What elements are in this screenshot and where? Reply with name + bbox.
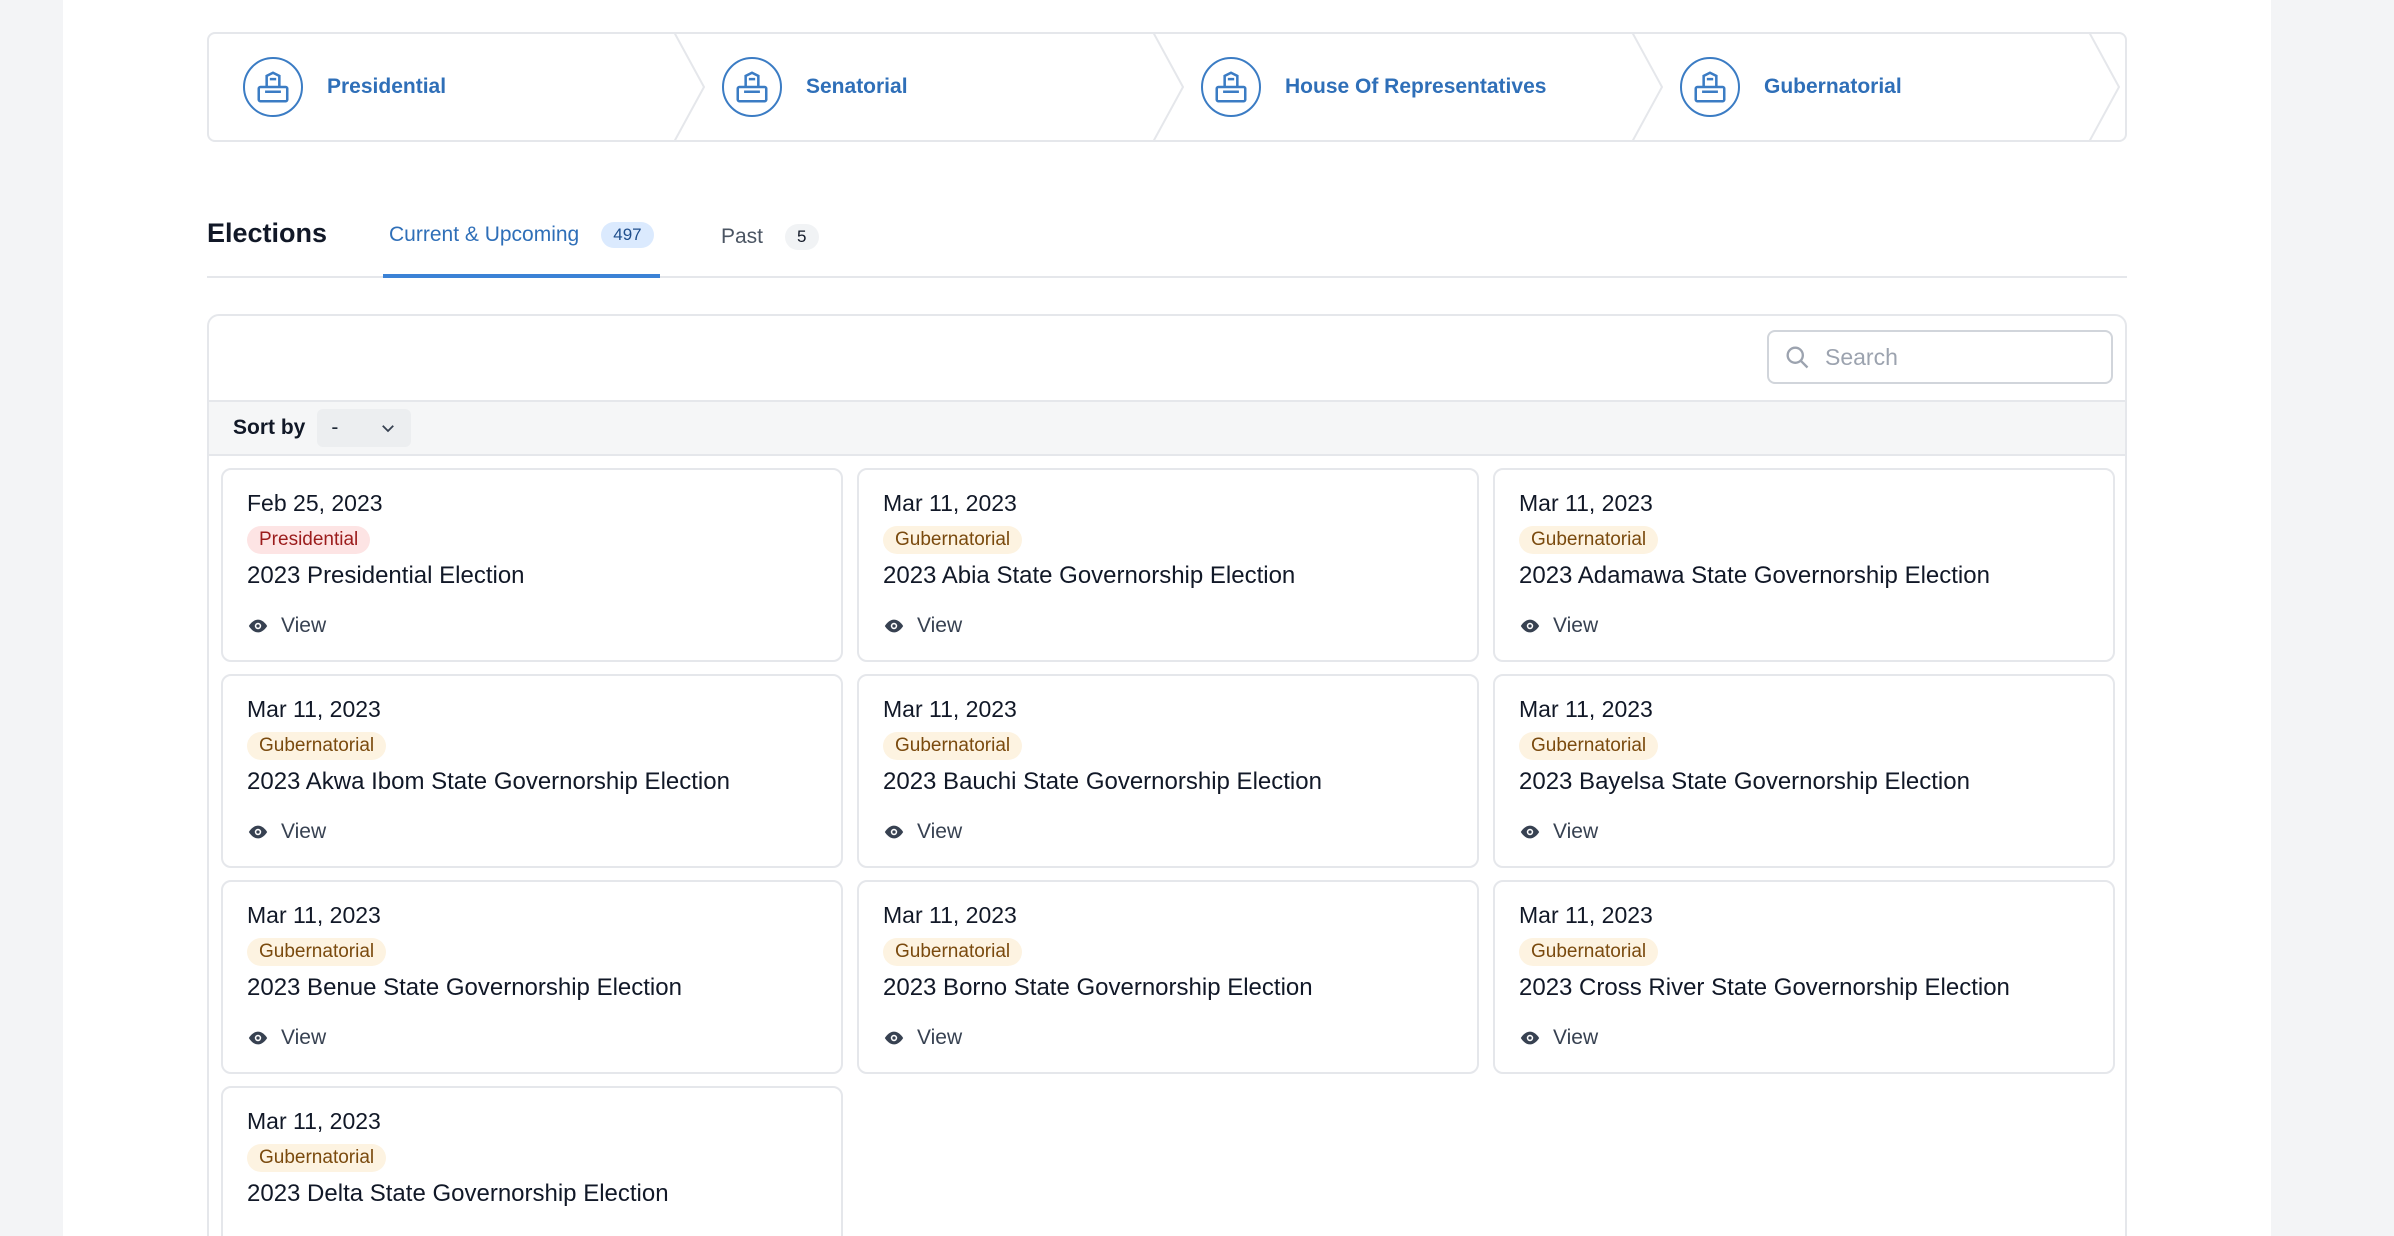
step-label: Senatorial — [806, 75, 908, 98]
step-divider-chevron — [2088, 34, 2121, 140]
view-label: View — [1553, 820, 1599, 843]
ballot-box-icon — [1680, 57, 1740, 117]
sort-value: - — [331, 416, 339, 439]
count-badge: 497 — [601, 222, 654, 248]
election-date: Mar 11, 2023 — [247, 902, 381, 928]
view-link[interactable]: View — [1519, 614, 1598, 638]
tab-current-upcoming[interactable]: Current & Upcoming 497 — [383, 196, 660, 278]
view-label: View — [281, 820, 327, 843]
step-label: House Of Representatives — [1285, 75, 1547, 98]
election-date: Mar 11, 2023 — [883, 902, 1017, 928]
election-card: Mar 11, 2023 Gubernatorial 2023 Delta St… — [221, 1086, 843, 1236]
ballot-box-icon — [243, 57, 303, 117]
tab-label: Current & Upcoming — [389, 223, 580, 246]
election-date: Mar 11, 2023 — [1519, 696, 1653, 722]
step-house-of-representatives[interactable]: House Of Representatives — [1167, 34, 1664, 140]
election-card: Mar 11, 2023 Gubernatorial 2023 Akwa Ibo… — [221, 674, 843, 868]
election-card: Mar 11, 2023 Gubernatorial 2023 Bauchi S… — [857, 674, 1479, 868]
election-date: Mar 11, 2023 — [1519, 490, 1653, 516]
chevron-down-icon — [382, 425, 395, 433]
election-title: 2023 Delta State Governorship Election — [247, 1180, 669, 1207]
view-link[interactable]: View — [1519, 1026, 1598, 1050]
eye-icon — [247, 615, 269, 637]
step-presidential[interactable]: Presidential — [209, 34, 706, 140]
view-label: View — [281, 1026, 327, 1049]
search-box[interactable] — [1767, 330, 2113, 384]
view-label: View — [281, 614, 327, 637]
election-title: 2023 Adamawa State Governorship Election — [1519, 562, 1990, 589]
election-card: Mar 11, 2023 Gubernatorial 2023 Adamawa … — [1493, 468, 2115, 662]
step-label: Gubernatorial — [1764, 75, 1902, 98]
election-type-badge: Gubernatorial — [247, 938, 387, 966]
election-card: Mar 11, 2023 Gubernatorial 2023 Abia Sta… — [857, 468, 1479, 662]
step-label: Presidential — [327, 75, 447, 98]
page: Presidential Senatorial House Of Represe… — [63, 0, 2271, 1236]
view-label: View — [1553, 614, 1599, 637]
election-date: Feb 25, 2023 — [247, 490, 383, 516]
eye-icon — [1519, 821, 1541, 843]
election-date: Mar 11, 2023 — [247, 696, 381, 722]
view-link[interactable]: View — [247, 1026, 326, 1050]
view-link[interactable]: View — [883, 614, 962, 638]
view-label: View — [917, 614, 963, 637]
election-type-badge: Presidential — [247, 526, 371, 554]
ballot-box-icon — [1201, 57, 1261, 117]
election-type-badge: Gubernatorial — [883, 732, 1023, 760]
page-title: Elections — [207, 218, 328, 248]
election-card: Mar 11, 2023 Gubernatorial 2023 Borno St… — [857, 880, 1479, 1074]
view-link[interactable]: View — [247, 614, 326, 638]
election-type-badge: Gubernatorial — [883, 938, 1023, 966]
election-type-badge: Gubernatorial — [247, 732, 387, 760]
sort-select[interactable]: - — [317, 409, 412, 447]
elections-panel: Sort by - Feb 25, 2023 Presidential 2023… — [207, 314, 2127, 1236]
step-gubernatorial[interactable]: Gubernatorial — [1646, 34, 2125, 140]
view-link[interactable]: View — [1519, 820, 1598, 844]
step-senatorial[interactable]: Senatorial — [688, 34, 1185, 140]
count-badge: 5 — [785, 224, 819, 250]
eye-icon — [247, 1027, 269, 1049]
election-date: Mar 11, 2023 — [247, 1108, 381, 1134]
search-icon — [1786, 346, 1809, 369]
election-title: 2023 Cross River State Governorship Elec… — [1519, 974, 2010, 1001]
sort-label: Sort by — [233, 416, 306, 439]
eye-icon — [1519, 615, 1541, 637]
election-card: Mar 11, 2023 Gubernatorial 2023 Benue St… — [221, 880, 843, 1074]
election-title: 2023 Benue State Governorship Election — [247, 974, 682, 1001]
view-link[interactable]: View — [883, 820, 962, 844]
eye-icon — [883, 821, 905, 843]
sort-bar: Sort by - — [209, 400, 2125, 456]
election-type-badge: Gubernatorial — [1519, 732, 1659, 760]
election-card: Mar 11, 2023 Gubernatorial 2023 Cross Ri… — [1493, 880, 2115, 1074]
eye-icon — [883, 615, 905, 637]
elections-tabs: Elections Current & Upcoming 497 Past 5 — [207, 196, 2127, 278]
view-label: View — [917, 820, 963, 843]
election-title: 2023 Akwa Ibom State Governorship Electi… — [247, 768, 730, 795]
election-card: Mar 11, 2023 Gubernatorial 2023 Bayelsa … — [1493, 674, 2115, 868]
election-title: 2023 Bauchi State Governorship Election — [883, 768, 1322, 795]
eye-icon — [247, 821, 269, 843]
election-type-badge: Gubernatorial — [1519, 938, 1659, 966]
election-type-badge: Gubernatorial — [883, 526, 1023, 554]
election-title: 2023 Bayelsa State Governorship Election — [1519, 768, 1970, 795]
election-title: 2023 Abia State Governorship Election — [883, 562, 1296, 589]
election-type-badge: Gubernatorial — [247, 1144, 387, 1172]
election-type-stepper: Presidential Senatorial House Of Represe… — [207, 32, 2127, 142]
search-input[interactable] — [1825, 343, 2095, 371]
election-type-badge: Gubernatorial — [1519, 526, 1659, 554]
ballot-box-icon — [722, 57, 782, 117]
tab-label: Past — [721, 225, 764, 248]
election-card: Feb 25, 2023 Presidential 2023 President… — [221, 468, 843, 662]
tab-past[interactable]: Past 5 — [721, 196, 819, 278]
eye-icon — [883, 1027, 905, 1049]
view-link[interactable]: View — [883, 1026, 962, 1050]
view-label: View — [917, 1026, 963, 1049]
view-label: View — [1553, 1026, 1599, 1049]
election-title: 2023 Borno State Governorship Election — [883, 974, 1313, 1001]
election-date: Mar 11, 2023 — [1519, 902, 1653, 928]
eye-icon — [1519, 1027, 1541, 1049]
election-date: Mar 11, 2023 — [883, 490, 1017, 516]
view-link[interactable]: View — [247, 820, 326, 844]
election-title: 2023 Presidential Election — [247, 562, 525, 589]
election-date: Mar 11, 2023 — [883, 696, 1017, 722]
